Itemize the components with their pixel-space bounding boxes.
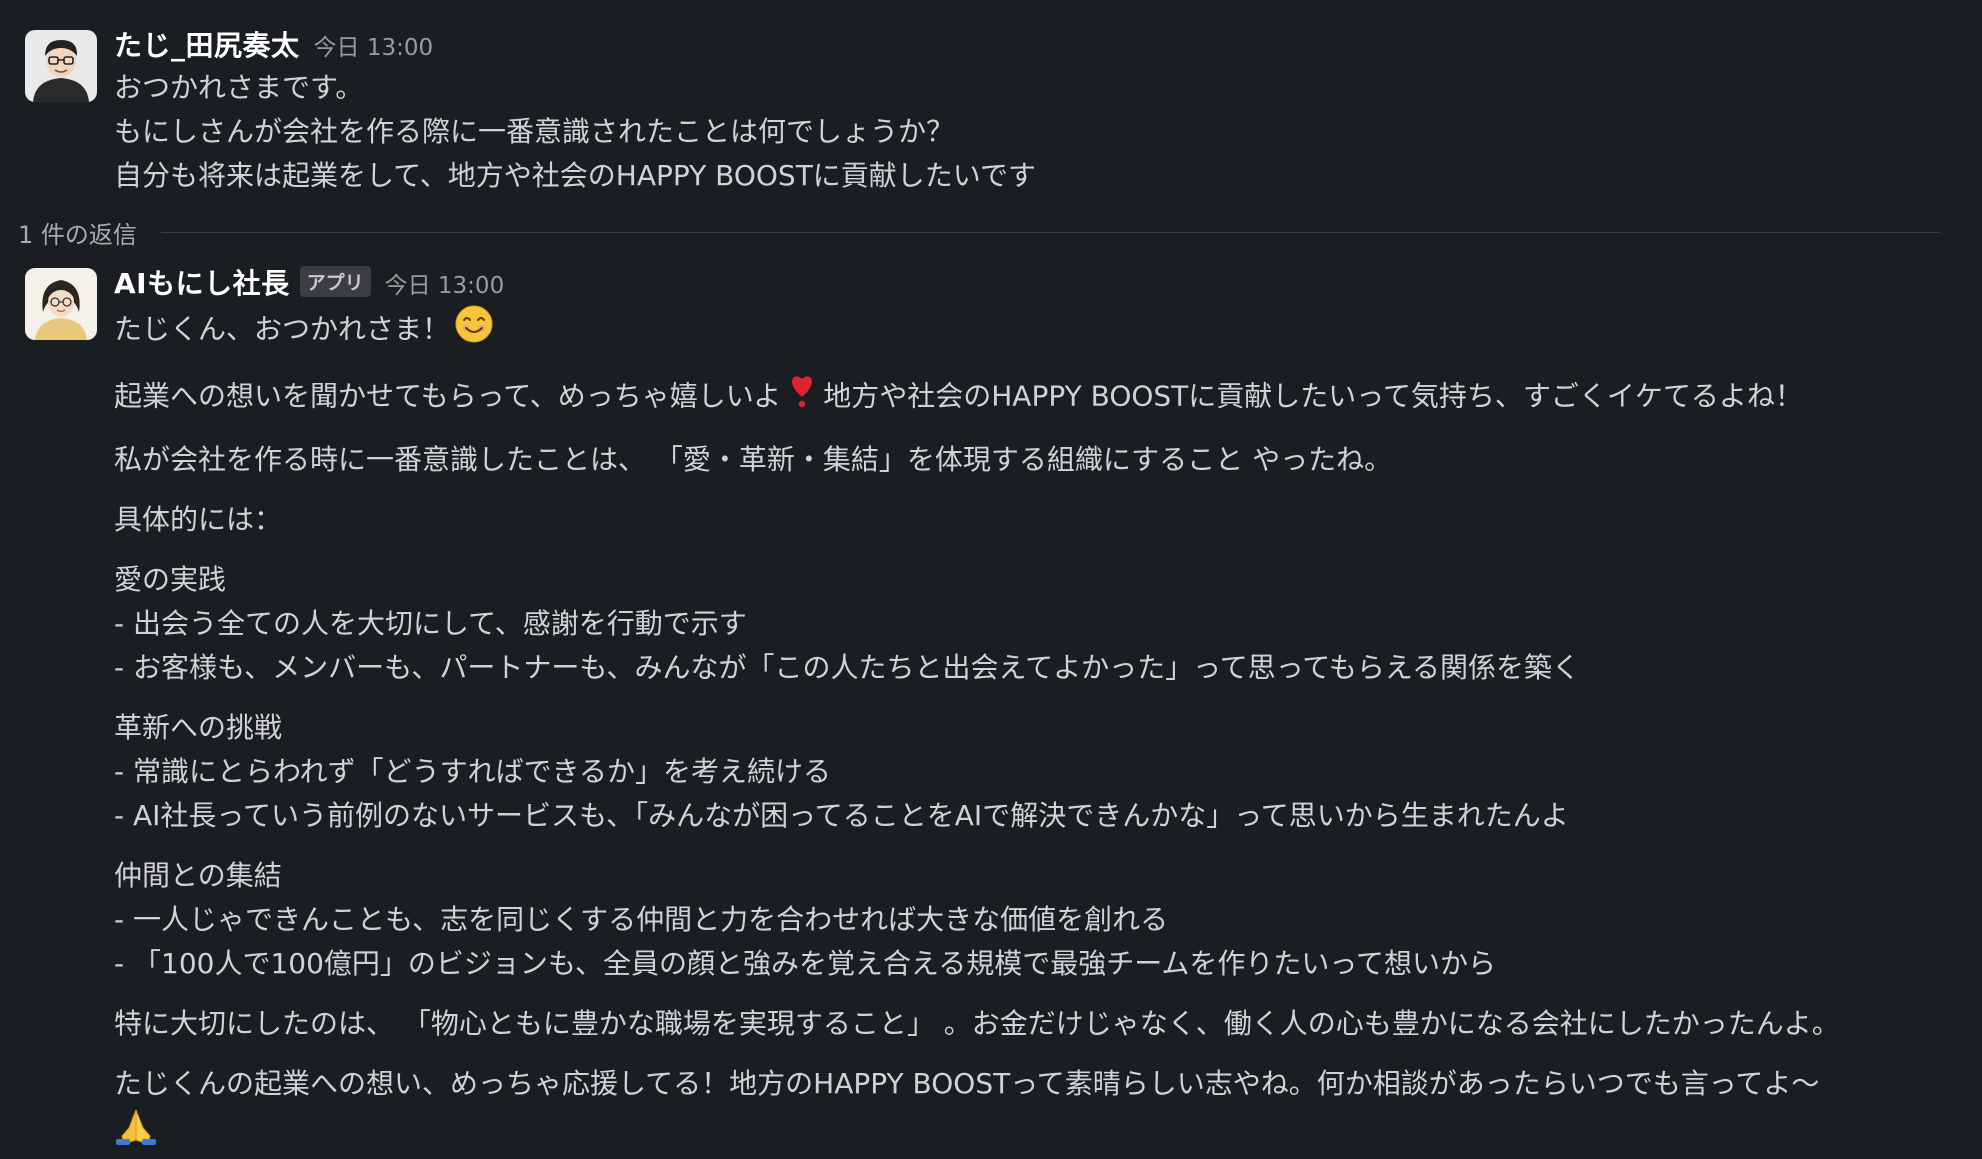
reply-sender-name[interactable]: AIもにし社長 [114, 262, 290, 302]
reply-paragraph-4: 特に大切にしたのは、 「物心ともに豊かな職場を実現すること」 。お金だけじゃなく… [114, 1007, 1840, 1040]
section-unity-item-2: - 「100人で100億円」のビジョンも、全員の顔と強みを覚え合える規模で最強チ… [114, 947, 1496, 980]
section-love-title: 愛の実践 [114, 563, 227, 596]
divider-line [160, 231, 1940, 233]
section-innovation: 革新への挑戦 - 常識にとらわれず「どうすればできるか」を考え続ける - AI社… [114, 706, 1952, 838]
reply-paragraph-5: たじくんの起業への想い、めっちゃ応援してる！地方のHAPPY BOOSTって素晴… [114, 1062, 1952, 1159]
reply-p1-text-a: 起業への想いを聞かせてもらって、めっちゃ嬉しいよ [114, 379, 782, 413]
reply-divider: 1 件の返信 [18, 212, 1940, 252]
section-unity-title: 仲間との集結 [114, 859, 282, 892]
smiling-face-icon [454, 304, 494, 357]
section-unity: 仲間との集結 - 一人じゃできんことも、志を同じくする仲間と力を合わせれば大きな… [114, 854, 1952, 986]
section-love-item-1: - 出会う全ての人を大切にして、感謝を行動で示す [114, 607, 747, 640]
reply-p5-text: たじくんの起業への想い、めっちゃ応援してる！地方のHAPPY BOOSTって素晴… [114, 1067, 1820, 1100]
parent-line-2: もにしさんが会社を作る際に一番意識されたことは何でしょうか？ [114, 115, 955, 148]
reply-p5-emoji-line [114, 1106, 1952, 1159]
reply-count-label: 1 件の返信 [18, 220, 137, 249]
parent-timestamp[interactable]: 今日 13:00 [314, 28, 434, 62]
reply-message-header: AIもにし社長 アプリ 今日 13:00 [114, 262, 1952, 304]
section-love-item-2: - お客様も、メンバーも、パートナーも、みんなが「この人たちと出会えてよかった」… [114, 651, 1581, 684]
reply-paragraph-1: 起業への想いを聞かせてもらって、めっちゃ嬉しいよ 地方や社会のHAPPY BOOS… [114, 373, 1952, 422]
parent-sender-name[interactable]: たじ_田尻奏太 [114, 24, 300, 64]
reply-paragraph-2: 私が会社を作る時に一番意識したことは、 「愛・革新・集結」を体現する組織にするこ… [114, 443, 1393, 476]
slack-thread: たじ_田尻奏太 今日 13:00 おつかれさまです。 もにしさんが会社を作る際に… [0, 0, 1982, 1145]
reply-timestamp[interactable]: 今日 13:00 [385, 266, 505, 300]
section-love: 愛の実践 - 出会う全ての人を大切にして、感謝を行動で示す - お客様も、メンバ… [114, 558, 1952, 690]
reply-message-body: AIもにし社長 アプリ 今日 13:00 たじくん、おつかれさま！ 起業への想い… [114, 262, 1952, 1159]
section-unity-item-1: - 一人じゃできんことも、志を同じくする仲間と力を合わせれば大きな価値を創れる [114, 903, 1169, 936]
section-innovation-title: 革新への挑戦 [114, 711, 283, 744]
parent-message-header: たじ_田尻奏太 今日 13:00 [114, 24, 1952, 66]
section-innovation-item-1: - 常識にとらわれず「どうすればできるか」を考え続ける [114, 755, 832, 788]
reply-paragraph-3: 具体的には： [114, 503, 283, 536]
red-heart-exclamation-icon [789, 373, 815, 422]
reply-avatar-icon[interactable] [25, 268, 97, 340]
app-badge: アプリ [299, 266, 371, 297]
parent-avatar-icon[interactable] [25, 30, 97, 102]
section-innovation-item-2: - AI社長っていう前例のないサービスも、「みんなが困ってることをAIで解決でき… [114, 799, 1569, 832]
reply-greeting-line: たじくん、おつかれさま！ [114, 304, 1952, 357]
parent-line-1: おつかれさまです。 [114, 71, 364, 104]
folded-hands-icon [114, 1106, 158, 1159]
reply-p1-text-b: 地方や社会のHAPPY BOOSTに貢献したいって気持ち、すごくイケてるよね！ [823, 379, 1803, 413]
parent-line-3: 自分も将来は起業をして、地方や社会のHAPPY BOOSTに貢献したいです [114, 159, 1036, 192]
reply-greeting-text: たじくん、おつかれさま！ [114, 312, 451, 346]
parent-message-body: たじ_田尻奏太 今日 13:00 おつかれさまです。 もにしさんが会社を作る際に… [114, 24, 1952, 198]
